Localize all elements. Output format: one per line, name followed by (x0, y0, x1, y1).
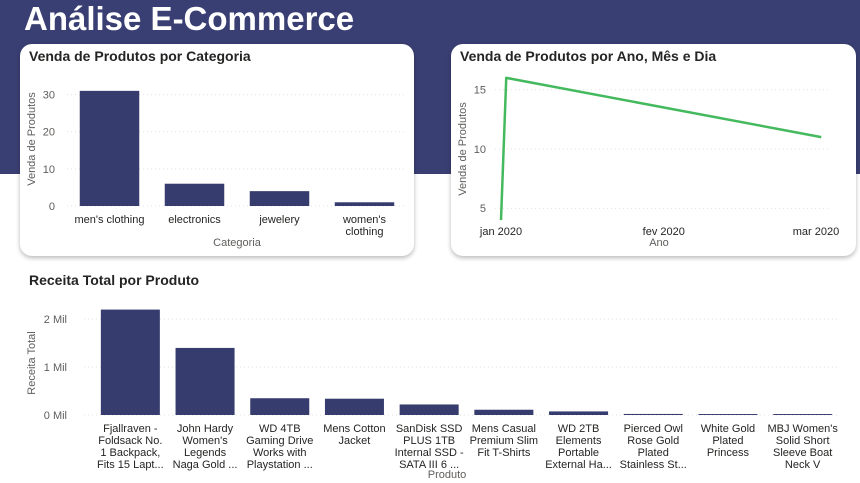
x-tick-label: John Hardy Women's Legends Naga Gold ... (173, 423, 238, 471)
chart-card-category[interactable]: Venda de Produtos por Categoria 0 10 20 30 m… (20, 44, 414, 256)
chart-card-date[interactable]: Venda de Produtos por Ano, Mês e Dia 5 10… (451, 44, 856, 256)
bar (549, 411, 609, 415)
y-tick-label: 10 (43, 164, 55, 176)
y-tick-label: 5 (480, 203, 486, 215)
x-tick-label: mar 2020 (793, 226, 839, 238)
x-tick-label: women's clothing (342, 214, 387, 238)
y-tick-label: 1 Mil (44, 362, 67, 374)
bar (324, 398, 384, 415)
bar (474, 409, 534, 415)
x-axis-title: Ano (649, 237, 669, 249)
x-tick-label: MBJ Women's Solid Short Sleeve Boat Neck V (767, 423, 838, 471)
y-axis-title: Venda de Produtos (26, 92, 38, 186)
bar (79, 90, 140, 206)
bar (249, 191, 310, 206)
x-tick-label: jan 2020 (479, 226, 522, 238)
bar (698, 414, 758, 415)
chart-svg-product: 0 Mil 1 Mil 2 Mil Fjallraven -Foldsack No. 1… (26, 309, 840, 481)
x-tick-label: Fjallraven -Foldsack No. 1 Backpack, Fits … (97, 423, 164, 471)
x-tick-label: electronics (168, 214, 221, 226)
x-tick-label: White Gold Plated Princess (701, 423, 755, 459)
y-tick-label: 0 (49, 201, 55, 213)
bar (164, 183, 225, 206)
x-tick-label: WD 2TB Elements Portable External Ha... (545, 423, 612, 471)
chart-svg-category: 0 10 20 30 men's clothing electronics jewelery… (26, 90, 407, 249)
y-tick-label: 20 (43, 127, 55, 139)
y-axis-title: Receita Total (26, 331, 38, 394)
series-line (499, 76, 822, 221)
x-tick-label: SanDisk SSD PLUS 1TB Internal SSD -SATA II… (395, 423, 464, 471)
y-tick-label: 2 Mil (44, 314, 67, 326)
bar (773, 414, 833, 415)
x-tick-label: Mens Cotton Jacket (323, 423, 385, 447)
x-axis-title: Produto (428, 469, 467, 481)
y-tick-label: 0 Mil (44, 410, 67, 422)
y-tick-label: 30 (43, 90, 55, 102)
bar (250, 398, 310, 415)
bar (175, 347, 235, 415)
bar (100, 309, 160, 415)
chart-card-product[interactable]: Receita Total por Produto 0 Mil 1 Mil 2 Mi… (20, 268, 860, 483)
x-tick-label: Mens Casual Premium Slim Fit T-Shirts (470, 423, 538, 459)
x-axis-title: Categoria (213, 237, 262, 249)
bar (334, 202, 395, 206)
y-tick-label: 10 (474, 144, 486, 156)
bar (399, 404, 459, 415)
x-tick-label: Pierced Owl Rose Gold Plated Stainless St..… (620, 423, 687, 471)
x-tick-label: men's clothing (75, 214, 145, 226)
chart-svg-date: 51015jan 2020 fev 2020 mar 2020AnoVenda de… (457, 76, 839, 249)
x-tick-label: WD 4TB Gaming Drive Works with Playstation … (246, 423, 313, 471)
y-tick-label: 15 (474, 85, 486, 97)
page-title: Análise E-Commerce (24, 0, 355, 37)
y-axis-title: Venda de Produtos (457, 102, 469, 196)
x-tick-label: jewelery (258, 214, 300, 226)
bar (623, 413, 683, 415)
